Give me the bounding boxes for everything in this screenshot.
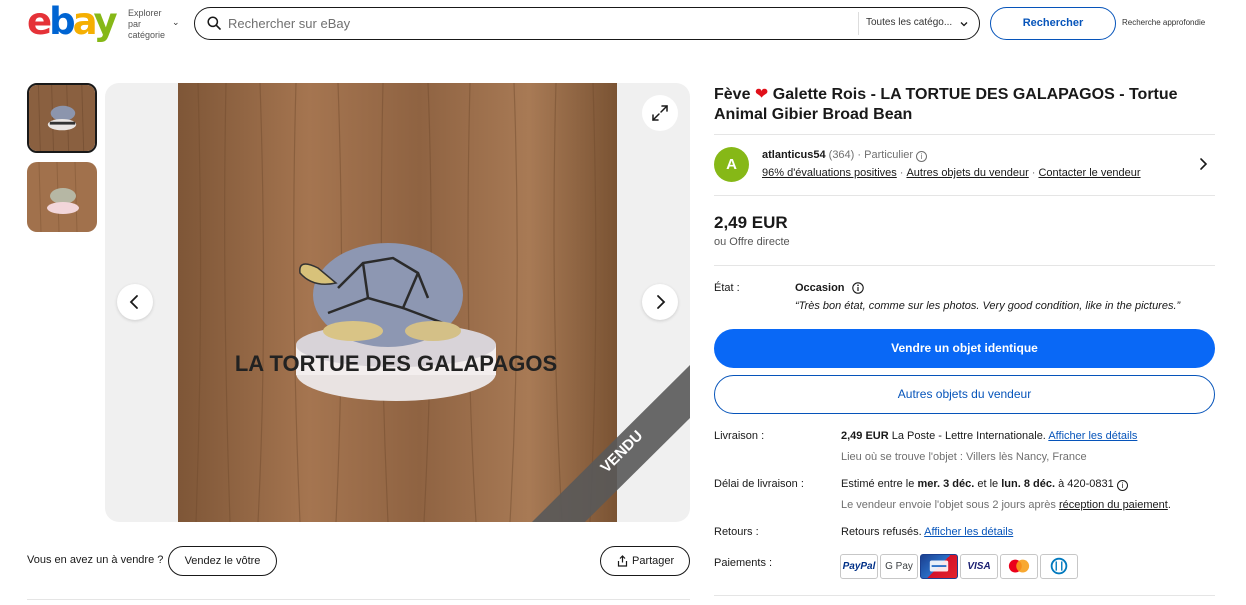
- seller-avatar[interactable]: A: [714, 147, 749, 182]
- category-select[interactable]: Toutes les catégo...: [866, 17, 952, 28]
- chevron-down-icon[interactable]: ⌄: [172, 17, 180, 28]
- search-input[interactable]: [228, 8, 848, 38]
- best-offer-text: ou Offre directe: [714, 236, 790, 248]
- listing-title: Fève ❤ Galette Rois - LA TORTUE DES GALA…: [714, 85, 1214, 125]
- heart-icon: ❤: [754, 86, 769, 103]
- divider: [714, 134, 1215, 135]
- divider: [714, 595, 1215, 596]
- divider: [714, 265, 1215, 266]
- info-icon[interactable]: i: [916, 151, 928, 162]
- svg-text:LA TORTUE DES GALAPAGOS: LA TORTUE DES GALAPAGOS: [235, 351, 557, 376]
- logo-letter-b: b: [49, 0, 75, 43]
- paypal-icon: PayPal: [840, 554, 878, 579]
- shipping-value: 2,49 EUR La Poste - Lettre International…: [841, 430, 1137, 442]
- price: 2,49 EUR: [714, 213, 788, 232]
- logo-letter-e: e: [27, 0, 52, 43]
- shipping-label: Livraison :: [714, 430, 765, 442]
- product-photo: LA TORTUE DES GALAPAGOS: [178, 83, 617, 522]
- delivery-date-start: mer. 3 déc.: [917, 478, 975, 490]
- delivery-text-prefix: Estimé entre le: [841, 478, 915, 490]
- returns-value: Retours refusés. Afficher les détails: [841, 526, 1013, 538]
- chevron-left-icon: [129, 295, 138, 309]
- seller-info: atlanticus54 (364) · Particulier i: [762, 149, 928, 162]
- thumbnail-image: [27, 162, 97, 232]
- carte-bancaire-icon: [920, 554, 958, 579]
- main-image-gallery[interactable]: LA TORTUE DES GALAPAGOS VENDU: [105, 83, 690, 522]
- seller-feedback-count: (364): [828, 149, 855, 161]
- seller-type-label: Particulier: [864, 149, 914, 161]
- share-label: Partager: [632, 555, 675, 567]
- logo-letter-a: a: [72, 0, 97, 43]
- search-divider: [858, 12, 859, 35]
- divider: [27, 599, 690, 600]
- explore-by-category[interactable]: Explorer par catégorie: [128, 8, 174, 41]
- visa-icon: VISA: [960, 554, 998, 579]
- seller-name[interactable]: atlanticus54: [762, 149, 826, 161]
- delivery-label: Délai de livraison :: [714, 478, 804, 490]
- chevron-right-icon[interactable]: [1198, 157, 1208, 171]
- seller-feedback-link[interactable]: 96% d'évaluations positives: [762, 167, 897, 179]
- seller-other-items-button[interactable]: Autres objets du vendeur: [714, 375, 1215, 414]
- advanced-search-link[interactable]: Recherche approfondie: [1122, 18, 1205, 27]
- ebay-logo[interactable]: ebay: [27, 0, 118, 43]
- chevron-down-icon[interactable]: [959, 19, 969, 29]
- chevron-right-icon: [657, 295, 666, 309]
- item-location: Lieu où se trouve l'objet : Villers lès …: [841, 451, 1087, 463]
- search-bar: Toutes les catégo...: [194, 7, 980, 40]
- share-icon: [617, 555, 628, 567]
- shipping-price: 2,49 EUR: [841, 430, 889, 442]
- condition-label: État :: [714, 282, 740, 294]
- search-icon: [207, 16, 221, 30]
- seller-other-items-link[interactable]: Autres objets du vendeur: [906, 167, 1028, 179]
- sell-yours-button[interactable]: Vendez le vôtre: [168, 546, 277, 576]
- logo-letter-y: y: [93, 0, 117, 43]
- returns-label: Retours :: [714, 526, 759, 538]
- payment-reception-link[interactable]: réception du paiement: [1059, 499, 1168, 511]
- fullscreen-button[interactable]: [642, 95, 678, 131]
- delivery-note-text: Le vendeur envoie l'objet sous 2 jours a…: [841, 499, 1056, 511]
- mastercard-logo: [1008, 559, 1030, 573]
- header: ebay Explorer par catégorie ⌄ Toutes les…: [0, 0, 1246, 48]
- title-part2: Galette Rois - LA TORTUE DES GALAPAGOS -…: [714, 86, 1178, 123]
- diners-logo: [1050, 557, 1068, 575]
- contact-seller-link[interactable]: Contacter le vendeur: [1038, 167, 1140, 179]
- mastercard-icon: [1000, 554, 1038, 579]
- shipping-service: La Poste - Lettre Internationale.: [891, 430, 1046, 442]
- condition-description: “Très bon état, comme sur les photos. Ve…: [795, 300, 1181, 312]
- cb-logo: [929, 560, 949, 572]
- sell-identical-button[interactable]: Vendre un objet identique: [714, 329, 1215, 368]
- diners-club-icon: [1040, 554, 1078, 579]
- condition-value: Occasion: [795, 282, 845, 294]
- google-pay-icon: G Pay: [880, 554, 918, 579]
- delivery-postcode: à 420-0831: [1058, 478, 1114, 490]
- thumbnail-2[interactable]: [27, 162, 97, 232]
- search-button[interactable]: Rechercher: [990, 7, 1116, 40]
- delivery-date-end: lun. 8 déc.: [1001, 478, 1056, 490]
- expand-icon: [652, 105, 668, 121]
- next-image-button[interactable]: [642, 284, 678, 320]
- title-part1: Fève: [714, 86, 751, 103]
- thumbnail-image: [29, 85, 95, 151]
- divider: [714, 195, 1215, 196]
- delivery-text-mid: et le: [977, 478, 999, 490]
- delivery-note: Le vendeur envoie l'objet sous 2 jours a…: [841, 499, 1171, 511]
- thumbnail-1[interactable]: [27, 83, 97, 153]
- info-icon[interactable]: i: [1116, 480, 1128, 491]
- delivery-estimate: Estimé entre le mer. 3 déc. et le lun. 8…: [841, 478, 1128, 491]
- returns-details-link[interactable]: Afficher les détails: [924, 526, 1013, 538]
- share-button[interactable]: Partager: [600, 546, 690, 576]
- info-icon[interactable]: [852, 282, 864, 294]
- delivery-note-end: .: [1167, 499, 1171, 511]
- previous-image-button[interactable]: [117, 284, 153, 320]
- shipping-details-link[interactable]: Afficher les détails: [1048, 430, 1137, 442]
- seller-links: 96% d'évaluations positives · Autres objet…: [762, 167, 1141, 179]
- seller-type: · Particulier: [857, 149, 914, 161]
- returns-text: Retours refusés.: [841, 526, 922, 538]
- payments-label: Paiements :: [714, 557, 773, 569]
- sell-question: Vous en avez un à vendre ?: [27, 554, 164, 566]
